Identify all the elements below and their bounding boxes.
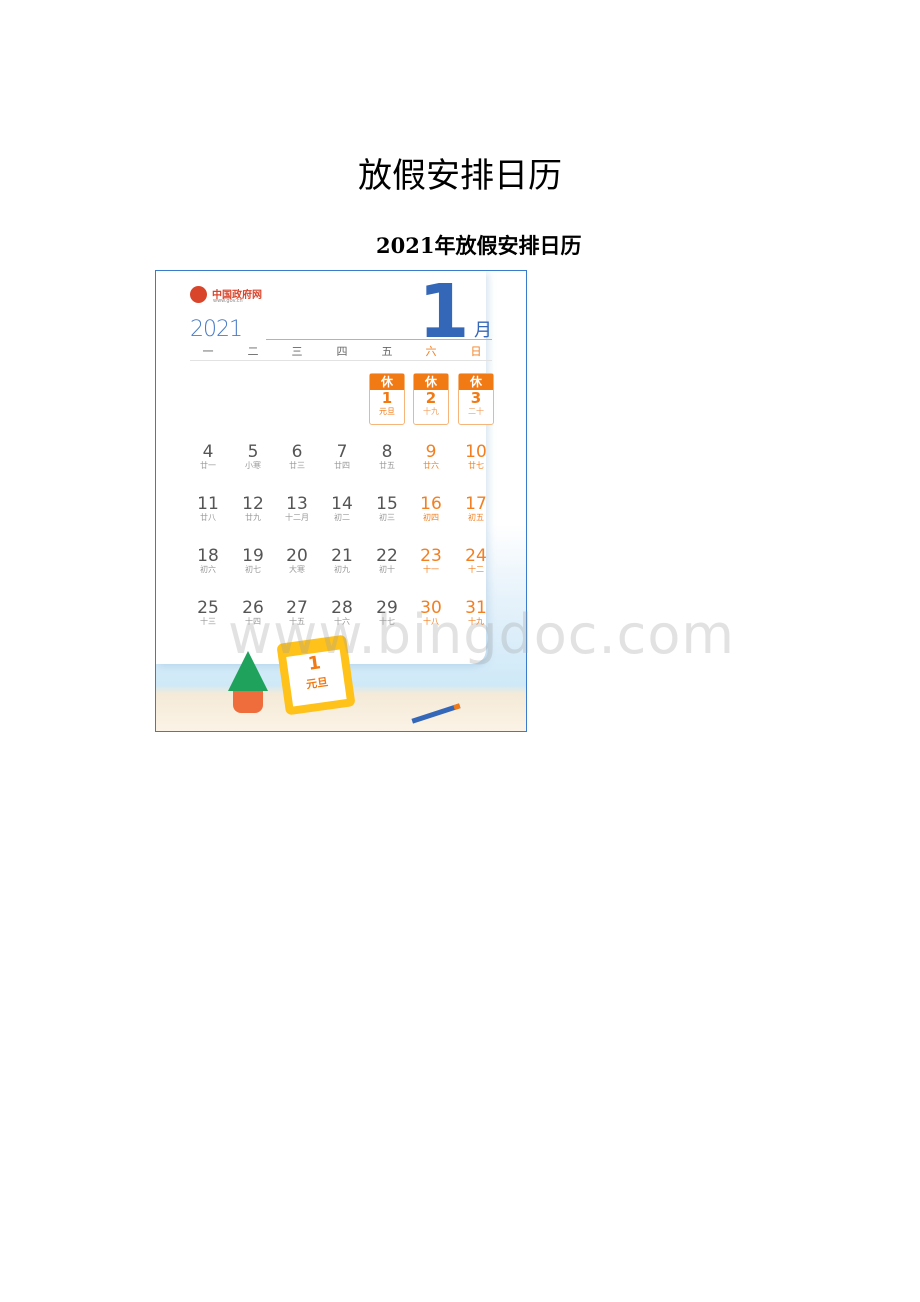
national-emblem-icon [190, 286, 207, 303]
day-number: 15 [376, 494, 398, 514]
day-cell: 8 廿五 [365, 443, 409, 471]
lunar-date: 小寒 [245, 461, 261, 470]
day-number: 22 [376, 546, 398, 566]
day-cell: 20 大寒 [275, 547, 319, 575]
day-cell: 22 初十 [365, 547, 409, 575]
day-cell: 7 廿四 [320, 443, 364, 471]
day-cell: 23 十一 [409, 547, 453, 575]
rest-tag: 休 [414, 374, 448, 390]
day-number: 13 [286, 494, 308, 514]
day-cell: 15 初三 [365, 495, 409, 523]
lunar-date: 元旦 [379, 407, 395, 416]
day-cell: 24 十二 [454, 547, 498, 575]
lunar-date: 廿八 [200, 513, 216, 522]
day-cell: 14 初二 [320, 495, 364, 523]
holiday-day-cell: 休 2 十九 [413, 373, 449, 425]
lunar-date: 初二 [334, 513, 350, 522]
lunar-date: 廿三 [289, 461, 305, 470]
day-cell: 11 廿八 [186, 495, 230, 523]
day-cell: 16 初四 [409, 495, 453, 523]
day-number: 9 [425, 442, 437, 462]
weekday-divider [190, 360, 492, 361]
weekday-header: 二 [247, 345, 259, 358]
weekday-header: 一 [202, 345, 214, 358]
weekday-header: 三 [291, 345, 303, 358]
lunar-date: 十一 [423, 565, 439, 574]
day-number: 21 [331, 546, 353, 566]
day-number: 18 [197, 546, 219, 566]
flower-pot-icon [233, 691, 263, 713]
document-page: 放假安排日历 2021年放假安排日历 中国政府网 www.gov.cn 2021… [0, 0, 920, 1302]
day-number: 7 [336, 442, 348, 462]
page-subtitle: 2021年放假安排日历 [376, 233, 582, 258]
day-number: 25 [197, 598, 219, 618]
weekday-header: 四 [336, 345, 348, 358]
weekday-header: 五 [381, 345, 393, 358]
day-cell: 13 十二月 [275, 495, 319, 523]
day-number: 12 [242, 494, 264, 514]
weekday-header: 日 [470, 345, 482, 358]
lunar-date: 廿一 [200, 461, 216, 470]
day-number: 16 [420, 494, 442, 514]
day-cell: 12 廿九 [231, 495, 275, 523]
day-number: 17 [465, 494, 487, 514]
day-number: 19 [242, 546, 264, 566]
lunar-date: 十九 [423, 407, 439, 416]
day-number: 10 [465, 442, 487, 462]
day-number: 4 [202, 442, 214, 462]
day-cell: 6 廿三 [275, 443, 319, 471]
day-number: 11 [197, 494, 219, 514]
day-cell: 21 初九 [320, 547, 364, 575]
day-cell: 17 初五 [454, 495, 498, 523]
day-number: 2 [425, 389, 437, 407]
lunar-date: 初七 [245, 565, 261, 574]
day-number: 24 [465, 546, 487, 566]
rest-tag: 休 [459, 374, 493, 390]
lunar-date: 初四 [423, 513, 439, 522]
day-cell: 19 初七 [231, 547, 275, 575]
day-number: 3 [470, 389, 482, 407]
lunar-date: 廿四 [334, 461, 350, 470]
lunar-date: 初十 [379, 565, 395, 574]
day-number: 1 [381, 389, 393, 407]
weekday-header: 六 [425, 345, 437, 358]
lunar-date: 十三 [200, 617, 216, 626]
day-cell: 25 十三 [186, 599, 230, 627]
lunar-date: 廿五 [379, 461, 395, 470]
lunar-date: 廿七 [468, 461, 484, 470]
rest-tag: 休 [370, 374, 404, 390]
month-number: 1 [418, 270, 470, 355]
lunar-date: 十二月 [285, 513, 309, 522]
month-unit: 月 [474, 320, 492, 341]
lunar-date: 大寒 [289, 565, 305, 574]
day-cell: 18 初六 [186, 547, 230, 575]
lunar-date: 初九 [334, 565, 350, 574]
lunar-date: 廿六 [423, 461, 439, 470]
pen-icon [411, 703, 461, 724]
lunar-date: 初五 [468, 513, 484, 522]
lunar-date: 初三 [379, 513, 395, 522]
day-cell: 5 小寒 [231, 443, 275, 471]
holiday-day-cell: 休 3 二十 [458, 373, 494, 425]
day-number: 20 [286, 546, 308, 566]
day-number: 6 [291, 442, 303, 462]
lunar-date: 十二 [468, 565, 484, 574]
brand-url: www.gov.cn [213, 298, 243, 304]
day-number: 8 [381, 442, 393, 462]
day-cell: 10 廿七 [454, 443, 498, 471]
page-title: 放假安排日历 [358, 156, 562, 196]
watermark: www.bingdoc.com [228, 603, 735, 666]
lunar-date: 廿九 [245, 513, 261, 522]
day-cell: 9 廿六 [409, 443, 453, 471]
lunar-date: 初六 [200, 565, 216, 574]
calendar-year: 2021 [190, 317, 243, 342]
day-number: 5 [247, 442, 259, 462]
lunar-date: 二十 [468, 407, 484, 416]
holiday-day-cell: 休 1 元旦 [369, 373, 405, 425]
day-number: 23 [420, 546, 442, 566]
day-cell: 4 廿一 [186, 443, 230, 471]
day-number: 14 [331, 494, 353, 514]
